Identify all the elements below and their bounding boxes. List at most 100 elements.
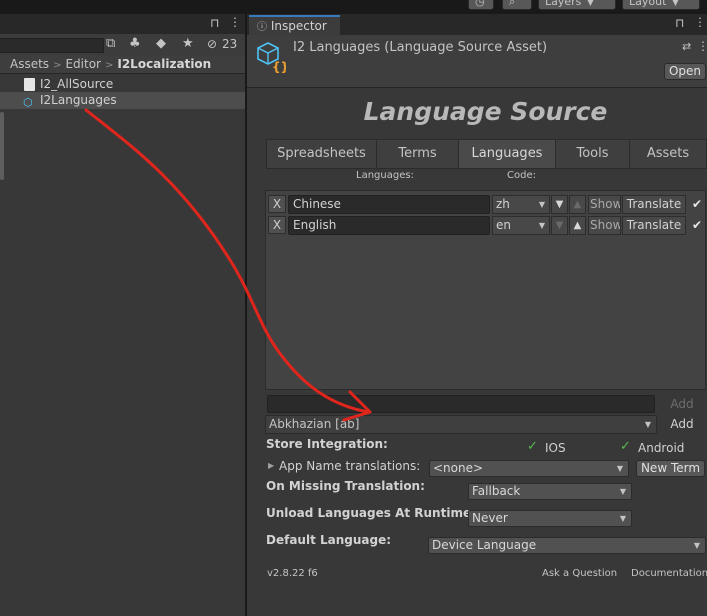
- breadcrumb-assets[interactable]: Assets: [0, 57, 49, 71]
- app-name-dropdown[interactable]: <none> ▼: [429, 460, 629, 477]
- code-value: zh: [496, 197, 510, 211]
- new-term-button[interactable]: New Term: [636, 460, 705, 477]
- list-item: X English en ▼ ▼ ▲ Show Translate ✔: [266, 214, 705, 235]
- tab-assets[interactable]: Assets: [629, 139, 707, 169]
- label-tag-icon[interactable]: ◆: [156, 36, 166, 51]
- move-down-button[interactable]: ▼: [551, 195, 568, 214]
- add-language-button[interactable]: Add: [660, 416, 704, 433]
- default-language-dropdown[interactable]: Device Language ▼: [428, 537, 706, 554]
- language-source-tabs: Spreadsheets Terms Languages Tools Asset…: [266, 139, 707, 169]
- breadcrumb-current[interactable]: I2Localization: [117, 57, 211, 71]
- scrollbar[interactable]: [0, 112, 4, 180]
- app-name-translations-label[interactable]: App Name translations:: [279, 459, 420, 473]
- android-check-icon[interactable]: ✓: [620, 439, 631, 454]
- enabled-checkbox[interactable]: ✔: [689, 216, 705, 235]
- language-select-dropdown[interactable]: Abkhazian [ab] ▼: [265, 415, 657, 434]
- remove-language-button[interactable]: X: [268, 216, 286, 234]
- asset-title: I2 Languages (Language Source Asset): [293, 40, 548, 55]
- missing-translation-dropdown[interactable]: Fallback ▼: [468, 483, 632, 500]
- chevron-right-icon: >: [104, 60, 114, 71]
- chevron-down-icon: ▼: [538, 200, 545, 209]
- store-integration-label: Store Integration:: [266, 437, 388, 451]
- filter-icon[interactable]: ♣: [129, 36, 141, 51]
- svg-text:{}: {}: [272, 60, 286, 73]
- new-language-input[interactable]: [267, 395, 655, 413]
- unload-languages-label: Unload Languages At Runtime:: [266, 506, 476, 520]
- move-down-button[interactable]: ▼: [551, 216, 568, 235]
- chevron-down-icon: ▼: [616, 464, 623, 473]
- tab-label: Inspector: [270, 19, 327, 33]
- languages-list: X Chinese zh ▼ ▼ ▲ Show Translate ✔ X Eng…: [265, 190, 706, 390]
- more-options-icon[interactable]: ⋮: [229, 15, 241, 29]
- chevron-down-icon: ▼: [693, 541, 700, 550]
- hidden-packages-icon[interactable]: ⊘: [207, 37, 217, 51]
- favorite-star-icon[interactable]: ★: [182, 36, 194, 51]
- open-button[interactable]: Open: [664, 63, 706, 80]
- settings-icon[interactable]: ⇄: [682, 40, 691, 53]
- layers-dropdown[interactable]: Layers ▼: [538, 0, 616, 10]
- checkmark-icon: ✔: [691, 197, 703, 211]
- project-tab-bar: ⊓ ⋮: [0, 14, 245, 34]
- translate-button[interactable]: Translate: [622, 195, 686, 214]
- unload-languages-value: Never: [472, 511, 508, 525]
- lock-icon[interactable]: ⊓: [675, 16, 684, 30]
- show-button[interactable]: Show: [588, 216, 621, 235]
- language-code-dropdown[interactable]: zh ▼: [492, 195, 550, 214]
- chevron-down-icon: ▼: [644, 420, 651, 429]
- breadcrumb-editor[interactable]: Editor: [65, 57, 101, 71]
- more-options-icon[interactable]: ⋮: [694, 15, 706, 29]
- selected-language: Abkhazian [ab]: [269, 417, 360, 431]
- layout-label: Layout: [629, 0, 667, 8]
- remove-language-button[interactable]: X: [268, 195, 286, 213]
- tab-inspector[interactable]: ⓘ Inspector: [249, 15, 340, 35]
- enabled-checkbox[interactable]: ✔: [689, 195, 705, 214]
- history-icon: ◷: [475, 0, 485, 8]
- add-language-button-disabled[interactable]: Add: [660, 396, 704, 413]
- list-item[interactable]: ⬡ I2Languages: [0, 92, 245, 109]
- ios-label: IOS: [545, 441, 566, 455]
- list-item[interactable]: I2_AllSource: [0, 76, 245, 93]
- arrow-up-icon: ▲: [573, 220, 582, 231]
- default-language-label: Default Language:: [266, 533, 392, 547]
- search-input[interactable]: [0, 38, 104, 53]
- script-file-icon: [24, 78, 35, 91]
- tab-terms[interactable]: Terms: [376, 139, 459, 169]
- layers-label: Layers: [545, 0, 582, 8]
- tab-tools[interactable]: Tools: [555, 139, 630, 169]
- chevron-down-icon: ▼: [619, 514, 626, 523]
- app-name-value: <none>: [433, 461, 484, 475]
- visible-count: 23: [222, 37, 238, 51]
- unload-languages-dropdown[interactable]: Never ▼: [468, 510, 632, 527]
- foldout-arrow-icon[interactable]: ▶: [268, 461, 274, 470]
- checkmark-icon: ✔: [691, 218, 703, 232]
- breadcrumb: Assets > Editor > I2Localization: [0, 56, 245, 74]
- documentation-link[interactable]: Documentation: [631, 568, 707, 579]
- tab-languages[interactable]: Languages: [458, 139, 556, 169]
- more-options-icon[interactable]: ⋮: [697, 39, 707, 53]
- language-code-dropdown[interactable]: en ▼: [492, 216, 550, 235]
- show-button[interactable]: Show: [588, 195, 621, 214]
- language-name-field[interactable]: Chinese: [288, 195, 490, 214]
- chevron-down-icon: ▼: [587, 0, 594, 7]
- chevron-right-icon: >: [53, 60, 62, 71]
- search-by-type-icon[interactable]: ⧉: [106, 36, 115, 51]
- translate-button[interactable]: Translate: [622, 216, 686, 235]
- ios-check-icon[interactable]: ✓: [527, 439, 538, 454]
- language-source-asset-icon: {}: [257, 42, 286, 73]
- ask-question-link[interactable]: Ask a Question: [542, 568, 617, 579]
- language-name-field[interactable]: English: [288, 216, 490, 235]
- search-button[interactable]: ⌕: [502, 0, 532, 10]
- version-label: v2.8.22 f6: [267, 568, 318, 579]
- search-icon: ⌕: [509, 0, 516, 8]
- layout-dropdown[interactable]: Layout ▼: [622, 0, 700, 10]
- android-label: Android: [638, 441, 685, 455]
- code-value: en: [496, 218, 511, 232]
- history-button[interactable]: ◷: [468, 0, 494, 10]
- move-up-button[interactable]: ▲: [569, 216, 586, 235]
- move-up-button[interactable]: ▲: [569, 195, 586, 214]
- tab-spreadsheets[interactable]: Spreadsheets: [266, 139, 377, 169]
- arrow-down-icon: ▼: [555, 220, 564, 231]
- arrow-up-icon: ▲: [573, 199, 582, 210]
- language-source-asset-icon: ⬡: [23, 96, 33, 109]
- lock-icon[interactable]: ⊓: [210, 16, 219, 30]
